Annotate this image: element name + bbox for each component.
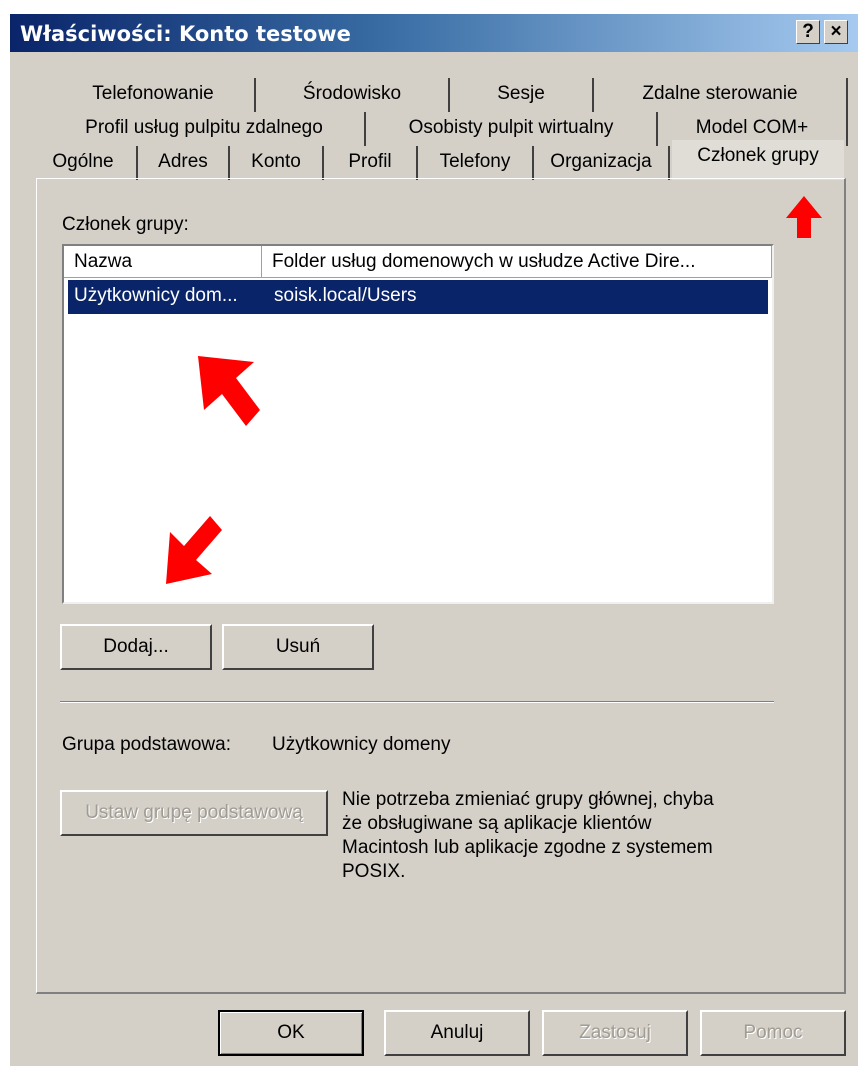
add-button[interactable]: Dodaj...: [60, 624, 212, 670]
separator: [60, 701, 774, 703]
info-line: Nie potrzeba zmieniać grupy głównej, chy…: [342, 789, 714, 810]
ok-button[interactable]: OK: [218, 1010, 364, 1056]
help-footer-button[interactable]: Pomoc: [700, 1010, 846, 1056]
set-primary-group-button[interactable]: Ustaw grupę podstawową: [60, 790, 328, 836]
close-button[interactable]: ×: [824, 20, 848, 44]
column-header-folder[interactable]: Folder usług domenowych w usłudze Active…: [262, 246, 772, 278]
tab-profil[interactable]: Profil: [324, 146, 418, 180]
info-line: POSIX.: [342, 861, 406, 882]
help-button[interactable]: ?: [796, 20, 820, 44]
annotation-arrow-icon: [198, 356, 260, 426]
primary-group-info: Nie potrzeba zmieniać grupy głównej, chy…: [342, 788, 782, 884]
window-title: Właściwości: Konto testowe: [20, 22, 351, 46]
table-row[interactable]: Użytkownicy dom... soisk.local/Users: [68, 280, 768, 314]
tab-czlonek-grupy[interactable]: Członek grupy: [672, 140, 844, 180]
annotation-arrow-icon: [786, 196, 822, 238]
tab-organizacja[interactable]: Organizacja: [534, 146, 670, 180]
tab-sesje[interactable]: Sesje: [450, 78, 594, 112]
apply-button[interactable]: Zastosuj: [542, 1010, 688, 1056]
tab-adres[interactable]: Adres: [138, 146, 230, 180]
remove-button[interactable]: Usuń: [222, 624, 374, 670]
primary-group-value: Użytkownicy domeny: [272, 734, 451, 755]
row-folder-cell: soisk.local/Users: [274, 285, 417, 306]
row-name-cell: Użytkownicy dom...: [74, 285, 238, 306]
tab-ogolne[interactable]: Ogólne: [30, 146, 138, 180]
member-of-label: Członek grupy:: [62, 214, 189, 235]
list-header: Nazwa Folder usług domenowych w usłudze …: [64, 246, 772, 278]
annotation-arrow-icon: [166, 516, 222, 584]
tab-srodowisko[interactable]: Środowisko: [256, 78, 450, 112]
info-line: że obsługiwane są aplikacje klientów: [342, 813, 652, 834]
tab-telefony[interactable]: Telefony: [418, 146, 534, 180]
column-header-name[interactable]: Nazwa: [64, 246, 262, 278]
primary-group-label: Grupa podstawowa:: [62, 734, 231, 755]
info-line: Macintosh lub aplikacje zgodne z systeme…: [342, 837, 713, 858]
tab-telefonowanie[interactable]: Telefonowanie: [52, 78, 256, 112]
title-bar[interactable]: Właściwości: Konto testowe ? ×: [10, 14, 858, 52]
tab-profil-uslug-pulpitu-zdalnego[interactable]: Profil usług pulpitu zdalnego: [44, 112, 366, 146]
tab-zdalne-sterowanie[interactable]: Zdalne sterowanie: [594, 78, 848, 112]
tab-osobisty-pulpit-wirtualny[interactable]: Osobisty pulpit wirtualny: [366, 112, 658, 146]
tab-konto[interactable]: Konto: [230, 146, 324, 180]
cancel-button[interactable]: Anuluj: [384, 1010, 530, 1056]
